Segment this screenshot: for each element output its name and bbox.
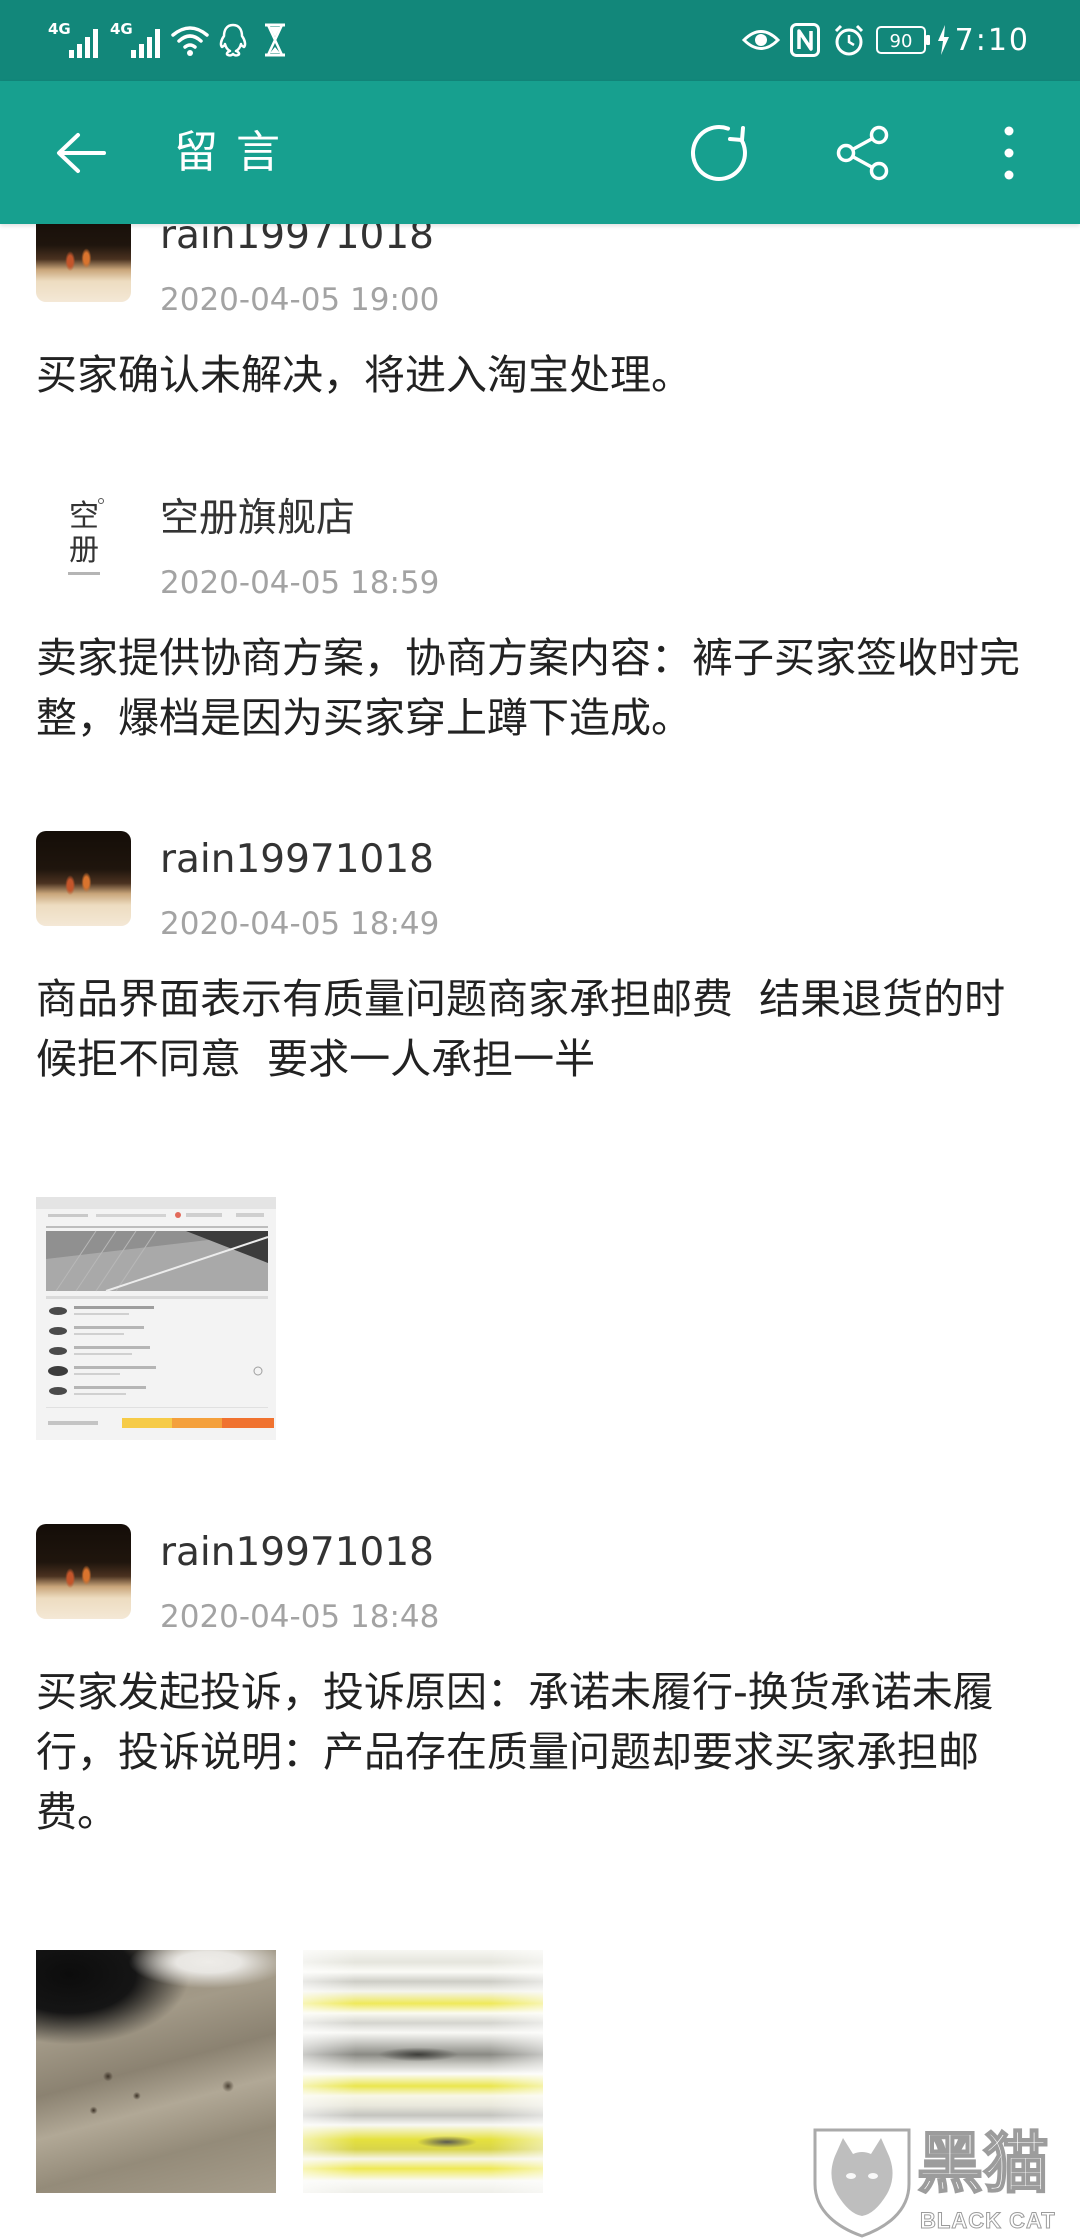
store-avatar[interactable]: 空册 [36,490,131,585]
signal-4g-icon: 4G [110,20,160,58]
message-body-line: 整，爆档是因为买家穿上蹲下造成。 [36,694,692,742]
charging-icon [938,25,949,55]
hourglass-icon [265,23,285,57]
wifi-icon [171,26,209,56]
store-logo: 空册 [69,499,99,568]
sim1-network-label: 4G [48,20,71,38]
message-body-line: 商品界面表示有质量问题商家承担邮费 结果退货的时 [36,975,1006,1023]
image-attachment[interactable] [36,1197,276,1440]
image-attachment[interactable] [303,1950,543,2193]
more-vertical-icon [1004,126,1014,180]
refresh-icon [690,125,747,181]
battery-icon: 90 [876,26,930,54]
eye-icon [741,30,781,50]
refresh-button[interactable] [684,118,754,188]
message-body: 买家确认未解决，将进入淘宝处理。 [36,345,1046,405]
more-options-button[interactable] [985,118,1033,188]
user-avatar[interactable] [36,1524,131,1619]
message-body-line: 买家发起投诉，投诉原因：承诺未履行-换货承诺未履 [36,1668,994,1716]
message-body-line: 候拒不同意 要求一人承担一半 [36,1035,596,1083]
message-author: 空册旗舰店 [160,496,356,541]
message-body-line: 费。 [36,1788,118,1836]
message-author: rain19971018 [160,837,434,882]
message-timestamp: 2020-04-05 18:48 [160,1599,440,1635]
battery-level: 90 [890,31,913,52]
share-button[interactable] [830,120,896,186]
store-logo-subtext [68,572,100,575]
screenshot-thumbnail [36,1197,276,1440]
alarm-icon [834,24,864,56]
status-bar: 4G 4G 90 7:10 [0,0,1080,81]
nfc-icon [790,23,820,57]
watermark-logo: 黑猫 BLACK CAT [807,2124,1080,2240]
back-button[interactable] [50,127,112,179]
qq-icon [219,23,247,57]
message-body-line: 行，投诉说明：产品存在质量问题却要求买家承担邮 [36,1728,979,1776]
image-attachment[interactable] [36,1950,276,2193]
message-body-line: 买家确认未解决，将进入淘宝处理。 [36,351,692,399]
signal-4g-icon: 4G [48,20,98,58]
message-body-line: 卖家提供协商方案，协商方案内容：裤子买家签收时完 [36,634,1020,682]
watermark-brand-cn: 黑猫 [916,2125,1050,2203]
store-logo-mark [98,498,104,504]
user-avatar[interactable] [36,831,131,926]
black-cat-logo-icon [813,2128,911,2238]
message-timestamp: 2020-04-05 18:59 [160,565,440,601]
sim2-network-label: 4G [110,20,133,38]
arrow-left-icon [57,133,106,173]
message-body: 卖家提供协商方案，协商方案内容：裤子买家签收时完 整，爆档是因为买家穿上蹲下造成… [36,628,1046,748]
status-time: 7:10 [954,23,1030,58]
message-author: rain19971018 [160,1530,434,1575]
app-bar: 留言 [0,81,1080,224]
message-body: 买家发起投诉，投诉原因：承诺未履行-换货承诺未履 行，投诉说明：产品存在质量问题… [36,1662,1046,1842]
share-icon [836,125,889,181]
message-timestamp: 2020-04-05 18:49 [160,906,440,942]
page-title: 留言 [174,127,298,178]
message-timestamp: 2020-04-05 19:00 [160,282,440,318]
message-body: 商品界面表示有质量问题商家承担邮费 结果退货的时 候拒不同意 要求一人承担一半 [36,969,1046,1089]
screen: 4G 4G 90 7:10 留言 rain19971018 2020-04-05… [0,0,1080,2240]
watermark-brand-en: BLACK CAT [920,2208,1056,2234]
